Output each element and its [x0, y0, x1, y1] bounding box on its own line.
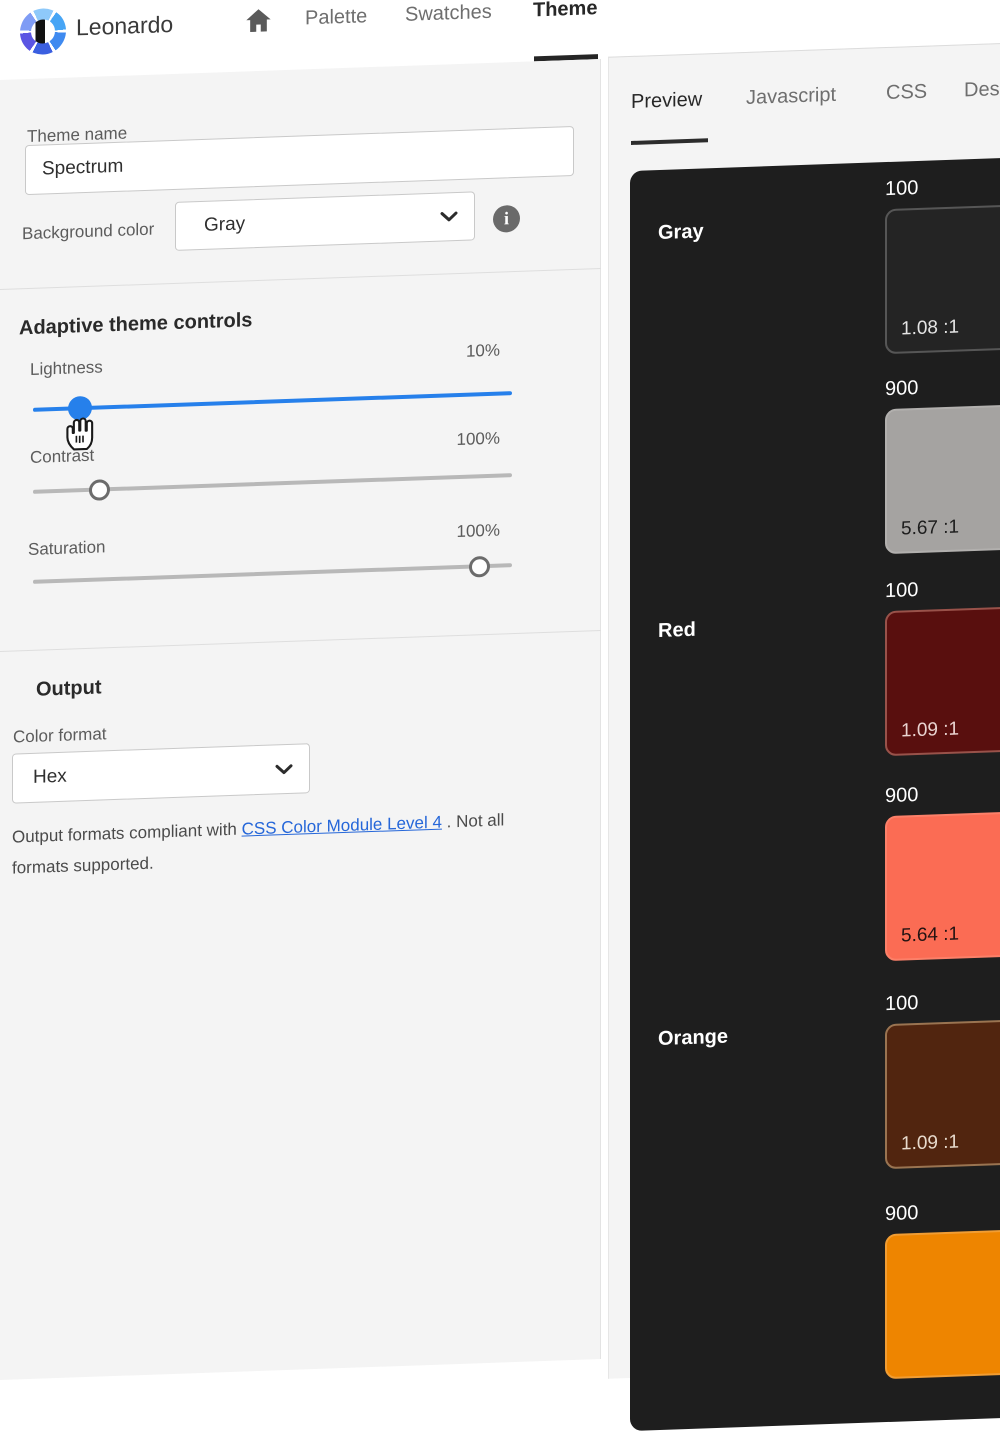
color-swatch [885, 1229, 1000, 1380]
chevron-down-icon [440, 211, 458, 223]
section-divider [0, 268, 601, 290]
saturation-slider-handle[interactable] [469, 556, 490, 578]
leonardo-logo-icon[interactable] [20, 8, 66, 56]
color-swatch: 1.09 :1 [885, 1019, 1000, 1170]
tab-design[interactable]: Design [964, 77, 1000, 102]
swatch-weight-label: 100 [885, 173, 1000, 202]
contrast-ratio: 1.08 :1 [901, 317, 959, 341]
nav-item-palette[interactable]: Palette [305, 5, 367, 30]
contrast-slider-handle[interactable] [89, 479, 110, 501]
tab-preview[interactable]: Preview [631, 88, 702, 113]
active-tab-underline [631, 138, 708, 145]
chevron-down-icon [275, 763, 293, 775]
color-format-label: Color format [13, 724, 107, 747]
css-color-module-link[interactable]: CSS Color Module Level 4 [242, 813, 442, 839]
swatch-weight-label: 900 [885, 373, 1000, 402]
color-group-name: Gray [658, 220, 704, 245]
swatch-weight-label: 900 [885, 780, 1000, 809]
swatch-group: 100 1.08 :1 [885, 173, 1000, 355]
swatch-weight-label: 900 [885, 1198, 1000, 1227]
lightness-label: Lightness [30, 357, 103, 380]
color-group-name: Orange [658, 1026, 728, 1051]
swatch-group: 900 [885, 1198, 1000, 1380]
saturation-value: 100% [360, 521, 500, 546]
swatch-group: 900 5.64 :1 [885, 780, 1000, 962]
color-swatch: 5.67 :1 [885, 404, 1000, 555]
output-preview-panel: Preview Javascript CSS Design Gray Red O… [608, 40, 1000, 1379]
lightness-value: 10% [360, 341, 500, 366]
theme-preview-canvas: Gray Red Orange 100 1.08 :1 900 5.67 :1 … [630, 155, 1000, 1431]
logo-contrast-core [31, 19, 55, 44]
tab-css[interactable]: CSS [886, 81, 927, 105]
adaptive-controls-heading: Adaptive theme controls [19, 309, 252, 340]
note-prefix: Output formats compliant with [12, 820, 242, 847]
color-format-select[interactable]: Hex [12, 743, 310, 803]
saturation-label: Saturation [28, 537, 106, 560]
contrast-ratio: 5.64 :1 [901, 924, 959, 948]
contrast-ratio: 1.09 :1 [901, 719, 959, 743]
lightness-slider-track[interactable] [33, 391, 512, 412]
color-swatch: 5.64 :1 [885, 811, 1000, 962]
swatch-group: 900 5.67 :1 [885, 373, 1000, 555]
background-color-select[interactable]: Gray [175, 191, 475, 250]
background-color-value: Gray [204, 213, 245, 236]
output-heading: Output [36, 676, 102, 701]
swatch-weight-label: 100 [885, 988, 1000, 1017]
home-icon-glyph [245, 8, 272, 34]
swatch-weight-label: 100 [885, 575, 1000, 604]
home-icon[interactable] [245, 8, 272, 37]
color-group-name: Red [658, 619, 696, 643]
nav-item-swatches[interactable]: Swatches [405, 1, 492, 27]
tab-javascript[interactable]: Javascript [746, 84, 836, 110]
contrast-ratio: 1.09 :1 [901, 1132, 959, 1156]
background-color-label: Background color [22, 220, 154, 245]
section-divider [0, 630, 601, 652]
theme-settings-panel: Theme name Background color Gray i Adapt… [0, 59, 601, 1380]
color-swatch: 1.08 :1 [885, 204, 1000, 355]
app-window: Leonardo Palette Swatches Theme Theme na… [0, 0, 1000, 1300]
saturation-slider-track[interactable] [33, 563, 512, 584]
color-swatch: 1.09 :1 [885, 606, 1000, 757]
swatch-group: 100 1.09 :1 [885, 988, 1000, 1170]
brand-name: Leonardo [76, 11, 173, 41]
swatch-group: 100 1.09 :1 [885, 575, 1000, 757]
output-format-note: Output formats compliant with CSS Color … [12, 803, 540, 883]
info-icon[interactable]: i [493, 205, 520, 233]
nav-item-theme[interactable]: Theme [533, 0, 597, 22]
contrast-ratio: 5.67 :1 [901, 517, 959, 541]
contrast-value: 100% [360, 429, 500, 454]
color-format-value: Hex [33, 766, 67, 789]
hand-cursor-icon [60, 410, 100, 453]
